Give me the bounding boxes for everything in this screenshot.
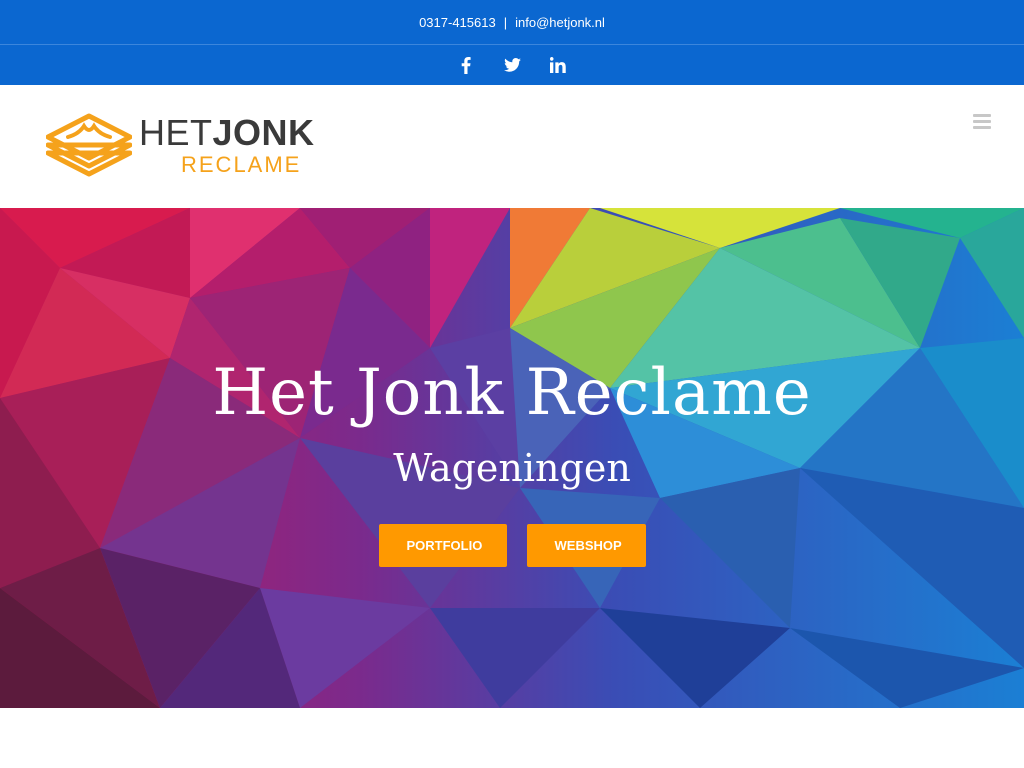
twitter-icon[interactable] <box>503 56 521 74</box>
hero-title: Het Jonk Reclame <box>212 356 812 430</box>
logo-text-reclame: RECLAME <box>181 152 302 177</box>
hamburger-menu-icon[interactable] <box>973 114 991 129</box>
social-bar <box>0 45 1024 85</box>
top-contact-bar: 0317-415613 | info@hetjonk.nl <box>0 0 1024 44</box>
site-logo[interactable]: HETJONK RECLAME <box>46 112 316 178</box>
contact-separator: | <box>503 14 508 30</box>
portfolio-button[interactable]: PORTFOLIO <box>378 524 507 567</box>
logo-jonk: JONK <box>212 112 315 153</box>
logo-het: HET <box>139 112 213 153</box>
hero-subtitle: Wageningen <box>393 446 631 490</box>
site-header: HETJONK RECLAME <box>0 85 1024 208</box>
phone-number[interactable]: 0317-415613 <box>419 15 496 30</box>
logo-text-hetjonk: HETJONK <box>139 115 315 151</box>
linkedin-icon[interactable] <box>549 56 567 74</box>
hero-buttons: PORTFOLIO WEBSHOP <box>0 524 1024 567</box>
logo-mark-icon <box>46 113 132 177</box>
hero-banner: Het Jonk Reclame Wageningen PORTFOLIO WE… <box>0 208 1024 708</box>
webshop-button[interactable]: WEBSHOP <box>526 524 646 567</box>
email-link[interactable]: info@hetjonk.nl <box>515 15 605 30</box>
facebook-icon[interactable] <box>457 56 475 74</box>
